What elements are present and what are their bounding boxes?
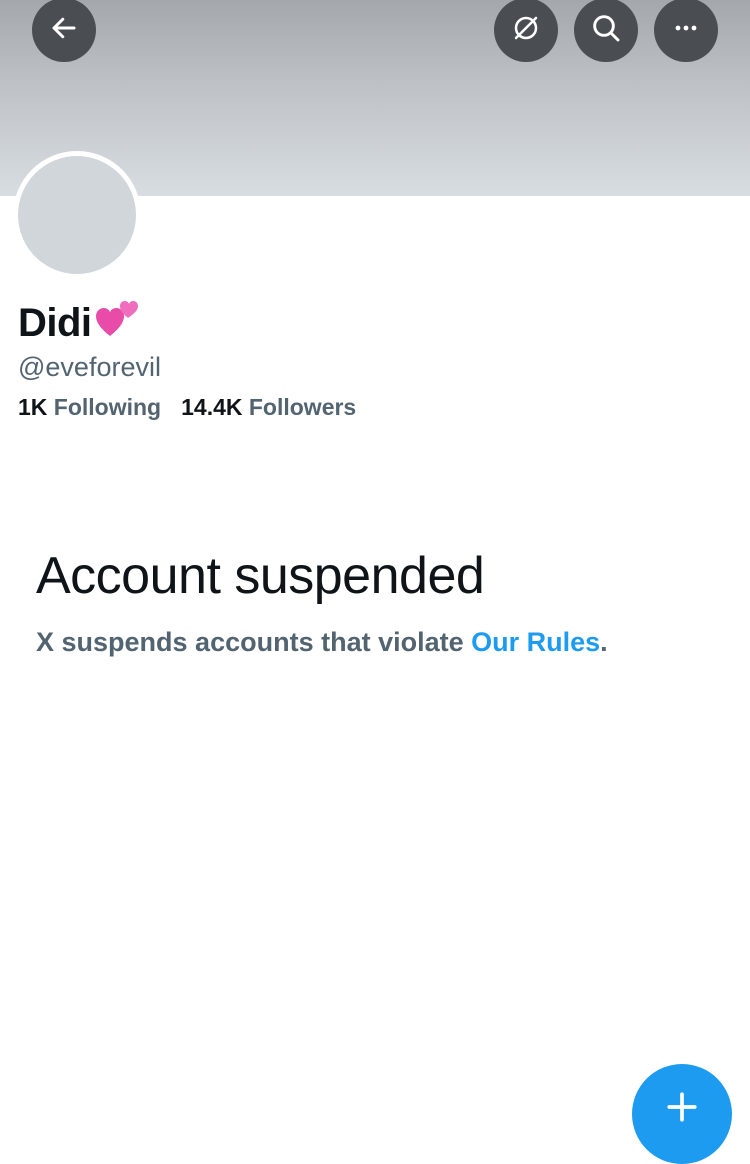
heart-emoji-icon bbox=[94, 296, 140, 350]
suspended-title: Account suspended bbox=[36, 547, 485, 605]
display-name-row: Didi bbox=[18, 296, 140, 350]
follow-stats: 1K Following 14.4K Followers bbox=[18, 394, 356, 421]
followers-link[interactable]: 14.4K Followers bbox=[181, 394, 356, 421]
followers-count: 14.4K bbox=[181, 394, 243, 420]
back-button[interactable] bbox=[32, 0, 96, 62]
suspended-message: X suspends accounts that violate Our Rul… bbox=[36, 627, 608, 658]
suspended-message-text: X suspends accounts that violate bbox=[36, 627, 472, 657]
avatar[interactable] bbox=[18, 156, 136, 274]
avatar-container bbox=[13, 151, 141, 279]
suspended-message-end: . bbox=[600, 627, 608, 657]
more-horizontal-icon bbox=[670, 12, 702, 49]
our-rules-link[interactable]: Our Rules bbox=[471, 627, 600, 657]
translate-button[interactable] bbox=[494, 0, 558, 62]
compose-button[interactable] bbox=[632, 1064, 732, 1164]
arrow-left-icon bbox=[49, 13, 79, 48]
globe-slash-icon bbox=[511, 13, 541, 48]
following-link[interactable]: 1K Following bbox=[18, 394, 161, 421]
search-button[interactable] bbox=[574, 0, 638, 62]
following-label: Following bbox=[53, 394, 162, 420]
plus-icon bbox=[665, 1090, 699, 1129]
more-button[interactable] bbox=[654, 0, 718, 62]
search-icon bbox=[590, 12, 622, 49]
followers-label: Followers bbox=[248, 394, 357, 420]
following-count: 1K bbox=[18, 394, 48, 420]
display-name: Didi bbox=[18, 300, 92, 345]
profile-handle: @eveforevil bbox=[18, 352, 161, 382]
